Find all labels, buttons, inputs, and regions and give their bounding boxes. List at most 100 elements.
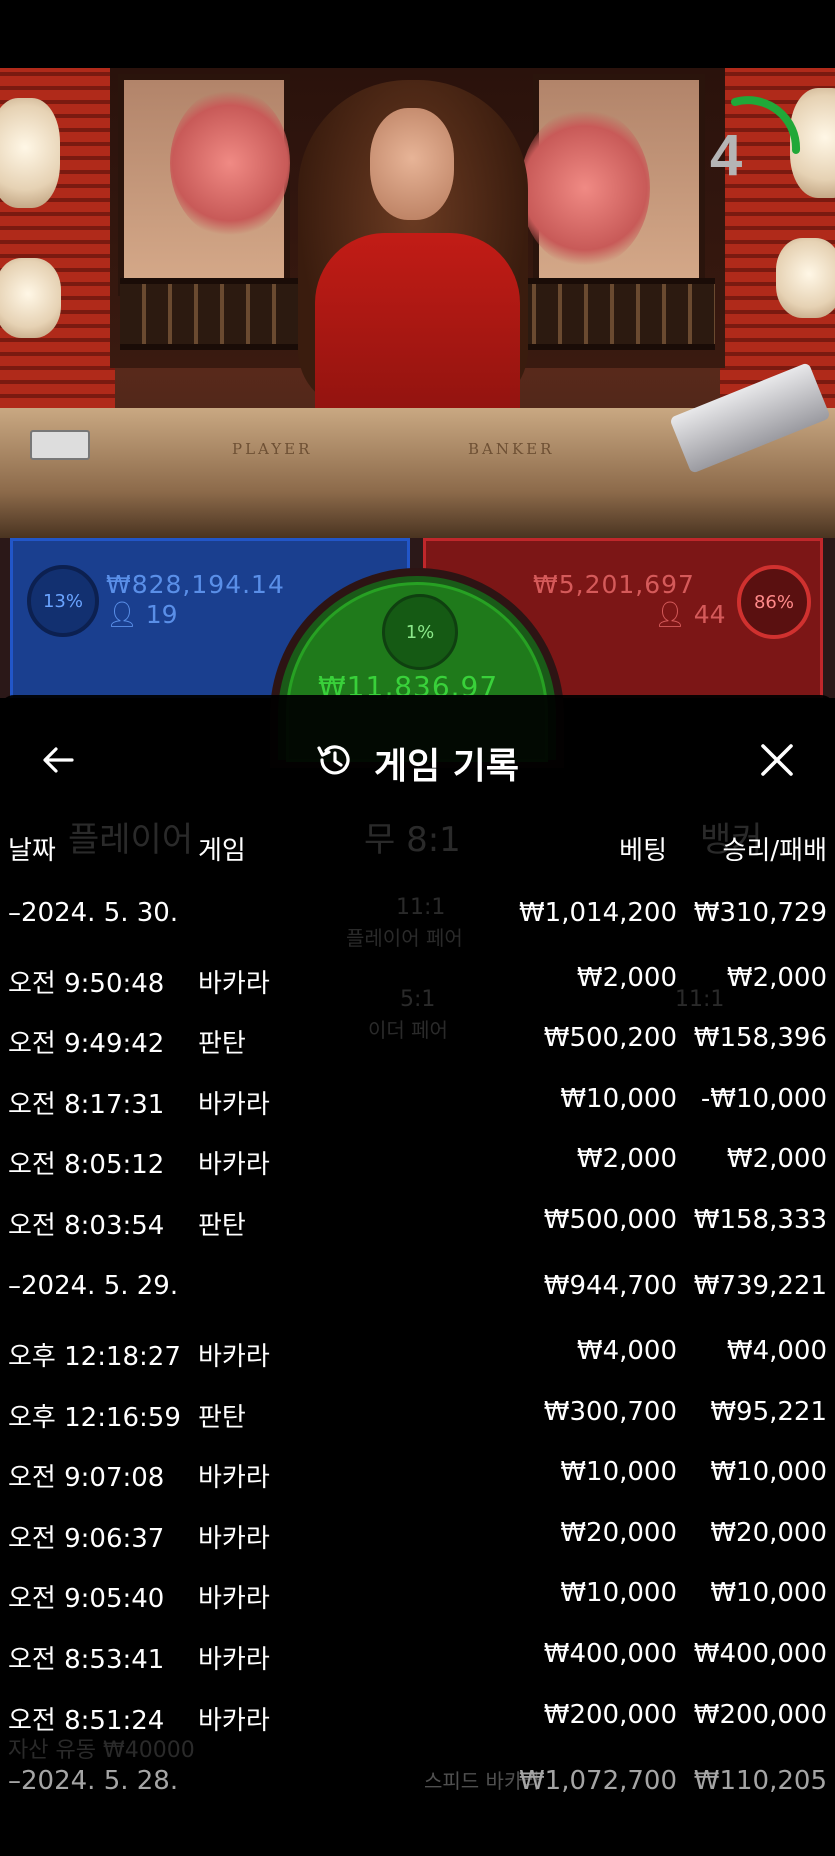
row-time: 오전 9:06:37	[8, 1524, 165, 1554]
row-winloss: ₩10,000	[710, 1457, 827, 1487]
tie-percent: 1%	[405, 621, 435, 643]
banker-amount: ₩5,201,697	[533, 570, 695, 599]
row-date: –2024. 5. 30.	[8, 898, 179, 928]
history-day-row[interactable]: –2024. 5. 29. ₩944,700 ₩739,221	[0, 1261, 835, 1321]
row-game: 판탄	[198, 1403, 246, 1433]
table-label-player: PLAYER	[232, 440, 313, 458]
history-day-row[interactable]: –2024. 5. 30. ₩1,014,200 ₩310,729	[0, 888, 835, 948]
banker-users-count: 44	[693, 600, 726, 629]
row-bet: ₩1,014,200	[518, 898, 677, 928]
tie-percent-ring: 1%	[382, 594, 458, 670]
blossom-left	[170, 88, 290, 238]
row-time: 오전 8:03:54	[8, 1211, 165, 1241]
row-time: 오전 9:50:48	[8, 969, 165, 999]
row-game: 판탄	[198, 1029, 246, 1059]
history-row[interactable]: 오전 8:51:24 바카라 ₩200,000 ₩200,000	[0, 1690, 835, 1750]
row-winloss: ₩400,000	[693, 1639, 827, 1669]
banker-percent: 86%	[753, 591, 794, 613]
player-amount: ₩828,194.14	[106, 570, 285, 599]
row-game: 바카라	[198, 1645, 270, 1675]
column-header-bet: 베팅	[619, 836, 667, 866]
lantern-icon	[776, 238, 835, 318]
row-time: 오전 9:07:08	[8, 1463, 165, 1493]
row-game: 바카라	[198, 1706, 270, 1736]
row-bet: ₩400,000	[543, 1639, 677, 1669]
row-bet: ₩500,000	[543, 1205, 677, 1235]
banker-users: 👤︎ 44	[654, 600, 726, 630]
status-bar	[0, 0, 835, 68]
row-time: 오전 9:05:40	[8, 1584, 165, 1614]
row-bet: ₩4,000	[576, 1336, 677, 1366]
row-time: 오전 8:51:24	[8, 1706, 165, 1736]
history-row[interactable]: 오전 9:07:08 바카라 ₩10,000 ₩10,000	[0, 1447, 835, 1507]
back-arrow-icon[interactable]	[38, 740, 78, 780]
history-row[interactable]: 오전 8:03:54 판탄 ₩500,000 ₩158,333	[0, 1195, 835, 1255]
history-row[interactable]: 오전 8:05:12 바카라 ₩2,000 ₩2,000	[0, 1134, 835, 1194]
row-bet: ₩10,000	[560, 1578, 677, 1608]
blossom-right	[520, 108, 650, 268]
row-bet: ₩2,000	[576, 963, 677, 993]
row-winloss: ₩2,000	[726, 1144, 827, 1174]
row-game: 바카라	[198, 1584, 270, 1614]
row-time: 오전 8:05:12	[8, 1150, 165, 1180]
row-game: 바카라	[198, 1342, 270, 1372]
row-bet: ₩10,000	[560, 1457, 677, 1487]
table-label-banker: BANKER	[468, 440, 555, 458]
row-winloss: ₩110,205	[693, 1766, 827, 1796]
row-winloss: ₩158,333	[693, 1205, 827, 1235]
row-bet: ₩944,700	[543, 1271, 677, 1301]
row-time: 오전 9:49:42	[8, 1029, 165, 1059]
row-date: –2024. 5. 28.	[8, 1766, 179, 1796]
row-bet: ₩300,700	[543, 1397, 677, 1427]
history-row[interactable]: 오전 9:49:42 판탄 ₩500,200 ₩158,396	[0, 1013, 835, 1073]
lantern-icon	[0, 98, 60, 208]
row-winloss: ₩739,221	[693, 1271, 827, 1301]
row-game: 바카라	[198, 1524, 270, 1554]
lantern-icon	[0, 258, 61, 338]
row-game: 바카라	[198, 1090, 270, 1120]
countdown-timer: 4	[710, 123, 743, 188]
row-game: 판탄	[198, 1211, 246, 1241]
row-game: 바카라	[198, 969, 270, 999]
row-bet: ₩2,000	[576, 1144, 677, 1174]
user-icon: 👤︎	[106, 600, 138, 629]
row-bet: ₩20,000	[560, 1518, 677, 1548]
history-icon	[317, 745, 350, 775]
row-bet: ₩10,000	[560, 1084, 677, 1114]
row-winloss: ₩310,729	[693, 898, 827, 928]
row-winloss: ₩158,396	[693, 1023, 827, 1053]
history-day-row[interactable]: –2024. 5. 28. ₩1,072,700 ₩110,205	[0, 1756, 835, 1816]
row-winloss: ₩4,000	[726, 1336, 827, 1366]
player-percent: 13%	[42, 590, 83, 612]
bg-tie-label: 무 8:1	[364, 820, 461, 860]
history-row[interactable]: 오전 9:05:40 바카라 ₩10,000 ₩10,000	[0, 1568, 835, 1628]
dealer-face	[370, 108, 454, 220]
history-row[interactable]: 오후 12:18:27 바카라 ₩4,000 ₩4,000	[0, 1326, 835, 1386]
column-header-winloss: 승리/패배	[722, 836, 827, 866]
bg-player-label: 플레이어	[68, 820, 194, 860]
close-icon[interactable]	[757, 740, 797, 780]
card-stack	[30, 430, 90, 460]
column-header-date: 날짜	[8, 836, 56, 866]
row-game: 바카라	[198, 1150, 270, 1180]
player-users-count: 19	[145, 600, 178, 629]
row-game: 바카라	[198, 1463, 270, 1493]
row-time: 오전 8:17:31	[8, 1090, 165, 1120]
player-percent-ring: 13%	[27, 565, 99, 637]
row-winloss: ₩10,000	[710, 1578, 827, 1608]
row-time: 오후 12:18:27	[8, 1342, 181, 1372]
history-row[interactable]: 오전 8:17:31 바카라 ₩10,000 -₩10,000	[0, 1074, 835, 1134]
banker-percent-ring: 86%	[737, 565, 811, 639]
history-row[interactable]: 오전 9:50:48 바카라 ₩2,000 ₩2,000	[0, 953, 835, 1013]
row-winloss: ₩20,000	[710, 1518, 827, 1548]
row-date: –2024. 5. 29.	[8, 1271, 179, 1301]
player-users: 👤︎ 19	[106, 600, 178, 630]
history-row[interactable]: 오전 8:53:41 바카라 ₩400,000 ₩400,000	[0, 1629, 835, 1689]
history-row[interactable]: 오후 12:16:59 판탄 ₩300,700 ₩95,221	[0, 1387, 835, 1447]
row-time: 오전 8:53:41	[8, 1645, 165, 1675]
history-row[interactable]: 오전 9:06:37 바카라 ₩20,000 ₩20,000	[0, 1508, 835, 1568]
panel-title: 게임 기록	[374, 746, 520, 787]
row-bet: ₩1,072,700	[518, 1766, 677, 1796]
user-icon: 👤︎	[654, 600, 686, 629]
row-winloss: ₩200,000	[693, 1700, 827, 1730]
